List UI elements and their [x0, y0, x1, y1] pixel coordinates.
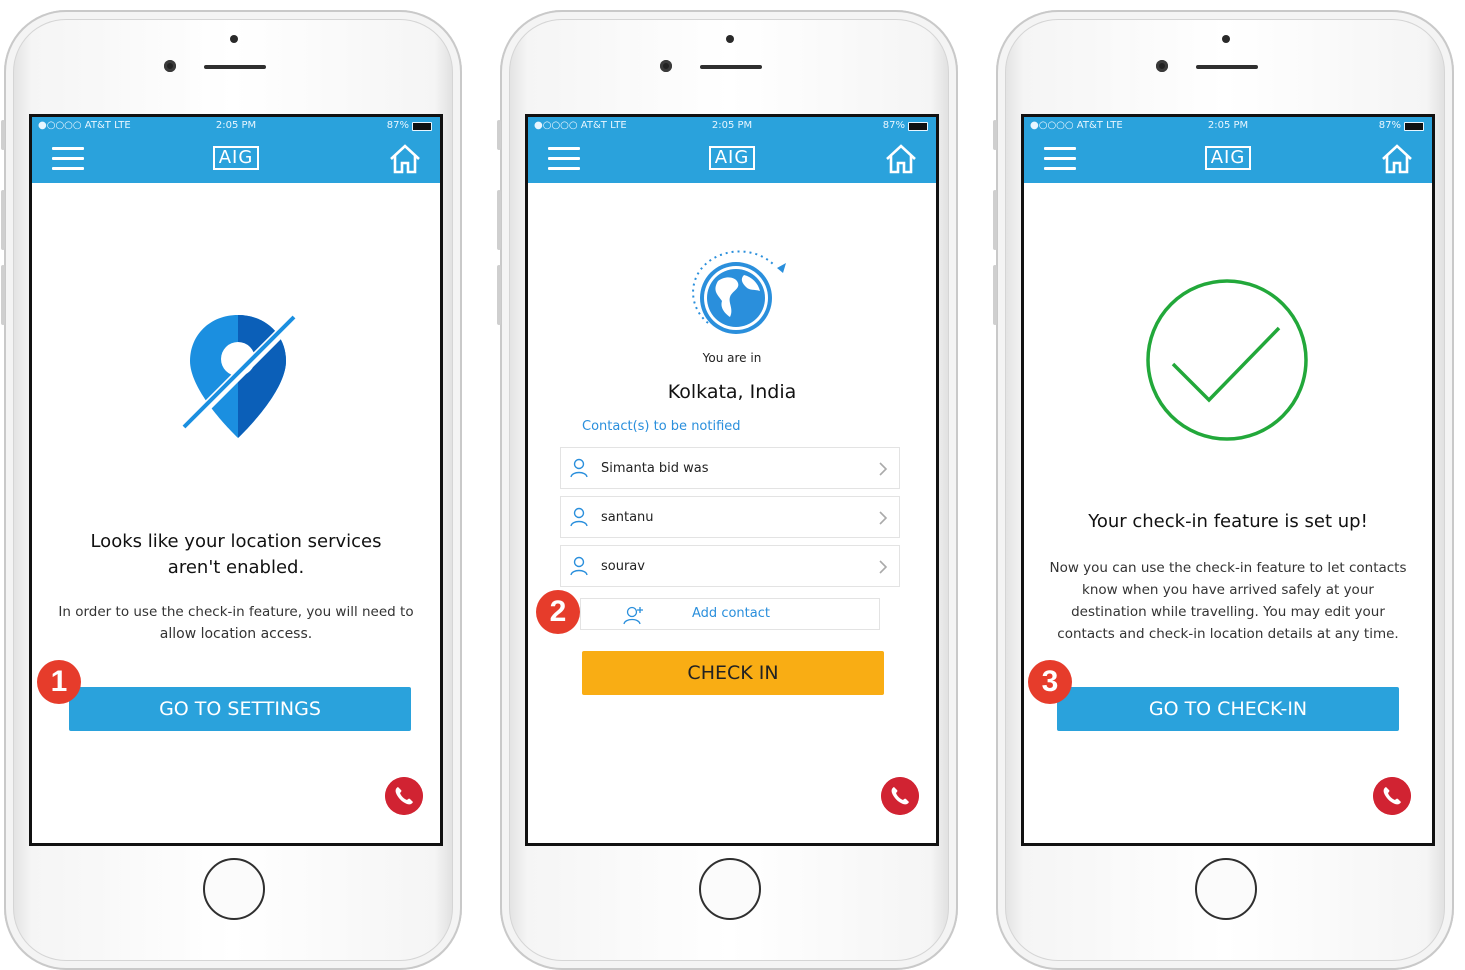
- desc-line: Now you can use the check-in feature to …: [1049, 560, 1407, 576]
- location-label: Kolkata, India: [667, 381, 797, 403]
- location-off-icon: [182, 313, 300, 438]
- side-button: [1, 190, 5, 250]
- content: Your check-in feature is set up! Now you…: [1024, 183, 1432, 843]
- battery-indicator: 87%: [387, 117, 432, 135]
- person-icon: [570, 507, 588, 527]
- contact-row[interactable]: sourav: [560, 545, 900, 587]
- battery-icon: [412, 121, 432, 131]
- earpiece-speaker: [1196, 65, 1258, 69]
- title-line: Looks like your location services: [90, 531, 382, 552]
- success-check-icon: [1146, 279, 1308, 441]
- side-button: [993, 120, 997, 150]
- globe-icon: [692, 250, 786, 334]
- add-contact-button[interactable]: Add contact: [580, 598, 880, 630]
- title-line: aren't enabled.: [167, 557, 305, 578]
- side-button: [993, 265, 997, 325]
- contact-name: Simanta bid was: [601, 461, 709, 476]
- step-badge: 2: [536, 590, 580, 634]
- front-camera: [1156, 60, 1168, 72]
- battery-indicator: 87%: [1379, 117, 1424, 135]
- desc-line: contacts and check-in location details a…: [1057, 626, 1399, 642]
- front-camera: [164, 60, 176, 72]
- desc-line: allow location access.: [159, 626, 313, 642]
- home-button[interactable]: [203, 858, 265, 920]
- desc-line: In order to use the check-in feature, yo…: [58, 604, 414, 620]
- app-header: AIG: [1024, 135, 1432, 183]
- home-icon[interactable]: [884, 143, 918, 175]
- desc-line: destination while travelling. You may ed…: [1071, 604, 1385, 620]
- clock: 2:05 PM: [215, 120, 257, 131]
- screen-description: In order to use the check-in feature, yo…: [52, 601, 420, 645]
- home-button[interactable]: [1195, 858, 1257, 920]
- clock: 2:05 PM: [711, 120, 753, 131]
- phone-frame-2: ●○○○○ AT&T LTE 2:05 PM 87% AIG You are i…: [497, 10, 958, 970]
- proximity-sensor: [230, 35, 238, 43]
- battery-indicator: 87%: [883, 117, 928, 135]
- content: You are in Kolkata, India Contact(s) to …: [528, 183, 936, 843]
- screen-title: Looks like your location services aren't…: [32, 529, 440, 581]
- add-contact-label: Add contact: [692, 606, 770, 621]
- step-badge: 3: [1028, 660, 1072, 704]
- screen-title: Your check-in feature is set up!: [1088, 511, 1368, 532]
- home-icon[interactable]: [388, 143, 422, 175]
- person-icon: [570, 556, 588, 576]
- phone-icon[interactable]: [881, 777, 919, 815]
- content: Looks like your location services aren't…: [32, 183, 440, 843]
- status-bar: ●○○○○ AT&T LTE 2:05 PM 87%: [1024, 117, 1432, 135]
- status-bar: ●○○○○ AT&T LTE 2:05 PM 87%: [32, 117, 440, 135]
- contact-name: sourav: [601, 559, 645, 574]
- home-icon[interactable]: [1380, 143, 1414, 175]
- contact-row[interactable]: santanu: [560, 496, 900, 538]
- side-button: [1, 265, 5, 325]
- screen-setup-complete: ●○○○○ AT&T LTE 2:05 PM 87% AIG Your chec…: [1021, 114, 1435, 846]
- earpiece-speaker: [204, 65, 266, 69]
- person-icon: [570, 458, 588, 478]
- battery-icon: [1404, 121, 1424, 131]
- proximity-sensor: [1222, 35, 1230, 43]
- home-button[interactable]: [699, 858, 761, 920]
- aig-logo: AIG: [213, 146, 259, 170]
- screen-location-disabled: ●○○○○ AT&T LTE 2:05 PM 87% AIG Looks lik…: [29, 114, 443, 846]
- battery-percent: 87%: [386, 120, 409, 131]
- battery-icon: [908, 121, 928, 131]
- battery-percent: 87%: [1378, 120, 1401, 131]
- side-button: [993, 190, 997, 250]
- aig-logo: AIG: [709, 146, 755, 170]
- status-bar: ●○○○○ AT&T LTE 2:05 PM 87%: [528, 117, 936, 135]
- phone-frame-3: ●○○○○ AT&T LTE 2:05 PM 87% AIG Your chec…: [993, 10, 1454, 970]
- contacts-header: Contact(s) to be notified: [582, 419, 741, 434]
- side-button: [497, 120, 501, 150]
- side-button: [497, 265, 501, 325]
- side-button: [1, 120, 5, 150]
- menu-icon[interactable]: [52, 145, 84, 173]
- screen-description: Now you can use the check-in feature to …: [1044, 557, 1412, 645]
- earpiece-speaker: [700, 65, 762, 69]
- battery-percent: 87%: [882, 120, 905, 131]
- phone-frame-1: ●○○○○ AT&T LTE 2:05 PM 87% AIG Looks lik…: [1, 10, 462, 970]
- proximity-sensor: [726, 35, 734, 43]
- check-in-button[interactable]: CHECK IN: [582, 651, 884, 695]
- phone-icon[interactable]: [1373, 777, 1411, 815]
- phone-icon[interactable]: [385, 777, 423, 815]
- chevron-right-icon: [879, 462, 888, 476]
- chevron-right-icon: [879, 560, 888, 574]
- side-button: [497, 190, 501, 250]
- app-header: AIG: [528, 135, 936, 183]
- step-badge: 1: [37, 660, 81, 704]
- screen-check-in: ●○○○○ AT&T LTE 2:05 PM 87% AIG You are i…: [525, 114, 939, 846]
- go-to-check-in-button[interactable]: GO TO CHECK-IN: [1057, 687, 1399, 731]
- menu-icon[interactable]: [1044, 145, 1076, 173]
- app-header: AIG: [32, 135, 440, 183]
- chevron-right-icon: [879, 511, 888, 525]
- you-are-in-label: You are in: [702, 351, 762, 365]
- contact-name: santanu: [601, 510, 654, 525]
- menu-icon[interactable]: [548, 145, 580, 173]
- front-camera: [660, 60, 672, 72]
- contact-row[interactable]: Simanta bid was: [560, 447, 900, 489]
- clock: 2:05 PM: [1207, 120, 1249, 131]
- go-to-settings-button[interactable]: GO TO SETTINGS: [69, 687, 411, 731]
- aig-logo: AIG: [1205, 146, 1251, 170]
- desc-line: know when you have arrived safely at you…: [1082, 582, 1374, 598]
